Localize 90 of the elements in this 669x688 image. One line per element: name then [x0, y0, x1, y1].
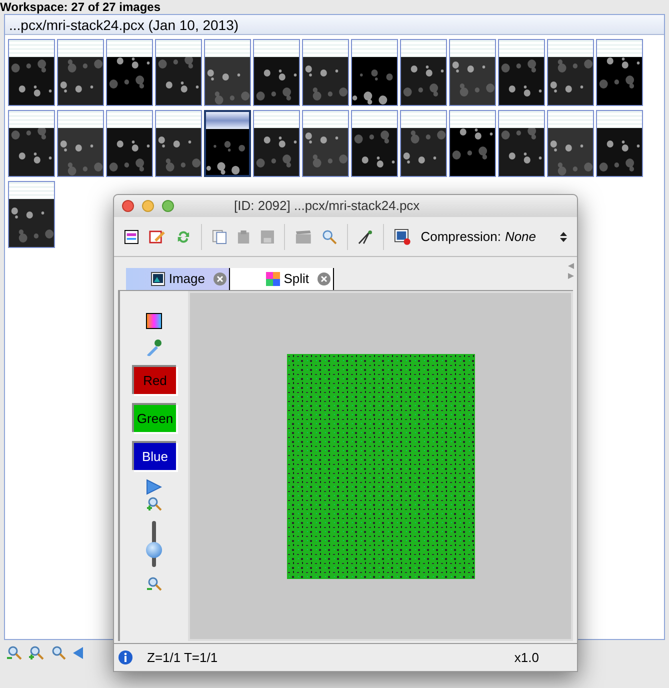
thumbnail-header: [156, 111, 201, 128]
thumbnail-header: [450, 111, 495, 128]
copy-icon[interactable]: [212, 228, 226, 244]
thumbnail-header: [597, 40, 642, 57]
image-thumbnail[interactable]: [449, 110, 496, 177]
stepper-icon: [560, 232, 568, 242]
image-thumbnail[interactable]: [547, 110, 594, 177]
image-thumbnail[interactable]: [351, 39, 398, 106]
image-thumbnail[interactable]: [302, 39, 349, 106]
close-icon[interactable]: [213, 272, 227, 286]
image-thumbnail[interactable]: [8, 181, 55, 248]
thumbnail-header: [9, 182, 54, 199]
thumbnail-header: [352, 40, 397, 57]
thumbnail-header: [107, 111, 152, 128]
window-title: [ID: 2092] ...pcx/mri-stack24.pcx: [234, 197, 420, 216]
thumbnail-header: [499, 111, 544, 128]
channels-icon[interactable]: [124, 228, 139, 244]
thumbnail-header: [254, 40, 299, 57]
compression-label: Compression:: [420, 228, 501, 246]
zoom-slider[interactable]: [146, 521, 162, 567]
image-thumbnail[interactable]: [302, 110, 349, 177]
tab[interactable]: Split: [230, 268, 334, 290]
thumbnail-header: [205, 40, 250, 57]
image-thumbnail[interactable]: [204, 110, 251, 177]
image-thumbnail[interactable]: [547, 39, 594, 106]
info-icon: [118, 650, 133, 665]
color-grid-icon: [266, 272, 280, 286]
image-thumbnail[interactable]: [596, 39, 643, 106]
image-thumbnail[interactable]: [204, 39, 251, 106]
image-thumbnail[interactable]: [57, 110, 104, 177]
channel-button[interactable]: Green: [132, 403, 176, 432]
zoom-icon[interactable]: [50, 645, 66, 661]
image-thumbnail[interactable]: [155, 110, 202, 177]
status-text: Z=1/1 T=1/1: [147, 648, 218, 667]
image-thumbnail[interactable]: [8, 39, 55, 106]
zoom-out-icon[interactable]: [6, 645, 22, 661]
image-thumbnail[interactable]: [155, 39, 202, 106]
slider-thumb[interactable]: [146, 542, 162, 558]
image-thumbnail[interactable]: [498, 110, 545, 177]
channel-button[interactable]: Blue: [132, 441, 176, 470]
thumbnail-header: [499, 40, 544, 57]
edit-icon[interactable]: [148, 228, 166, 244]
image-thumbnail[interactable]: [253, 39, 300, 106]
image-thumbnail[interactable]: [400, 110, 447, 177]
zoom-button[interactable]: [162, 200, 174, 212]
image-thumbnail[interactable]: [8, 110, 55, 177]
thumbnail-header: [401, 40, 446, 57]
thumbnail-header: [9, 111, 54, 128]
color-picker-icon[interactable]: [146, 313, 162, 329]
eyedropper-icon[interactable]: [146, 338, 162, 356]
workspace-title: Workspace: 27 of 27 images: [0, 0, 162, 14]
image-export-icon[interactable]: [394, 228, 411, 246]
search-icon[interactable]: [322, 228, 338, 244]
image-thumbnail[interactable]: [596, 110, 643, 177]
play-icon[interactable]: [146, 479, 162, 495]
zoom-in-icon[interactable]: [28, 645, 44, 661]
image-thumbnail[interactable]: [400, 39, 447, 106]
thumbnail-header: [450, 40, 495, 57]
thumbnail-header: [58, 40, 103, 57]
zoom-level: x1.0: [514, 648, 539, 667]
close-button[interactable]: [122, 200, 134, 212]
thumbnail-header: [597, 111, 642, 128]
thumbnail-header: [206, 112, 249, 129]
thumbnail-header: [107, 40, 152, 57]
thumbnail-header: [548, 40, 593, 57]
thumbnail-header: [254, 111, 299, 128]
image-thumbnail[interactable]: [106, 110, 153, 177]
compression-select[interactable]: None: [504, 226, 568, 246]
thumbnail-header: [303, 111, 348, 128]
workspace-header: ...pcx/mri-stack24.pcx (Jan 10, 2013): [5, 15, 664, 35]
image-thumbnail[interactable]: [57, 39, 104, 106]
thumbnail-header: [58, 111, 103, 128]
compass-icon[interactable]: [358, 228, 373, 244]
image-thumbnail[interactable]: [498, 39, 545, 106]
image-thumbnail[interactable]: [449, 39, 496, 106]
thumbnail-header: [156, 40, 201, 57]
image-thumbnail[interactable]: [253, 110, 300, 177]
thumbnail-header: [548, 111, 593, 128]
thumbnail-header: [352, 111, 397, 128]
left-arrow-icon[interactable]: [72, 646, 84, 660]
image-thumbnail[interactable]: [106, 39, 153, 106]
image-icon: [150, 272, 165, 286]
zoom-in-icon[interactable]: [146, 496, 162, 512]
zoom-out-icon[interactable]: [146, 576, 162, 592]
close-icon[interactable]: [317, 272, 331, 286]
tab[interactable]: Image: [126, 268, 230, 290]
thumbnail-header: [9, 40, 54, 57]
thumbnail-header: [401, 111, 446, 128]
thumbnail-header: [303, 40, 348, 57]
image-thumbnail[interactable]: [351, 110, 398, 177]
